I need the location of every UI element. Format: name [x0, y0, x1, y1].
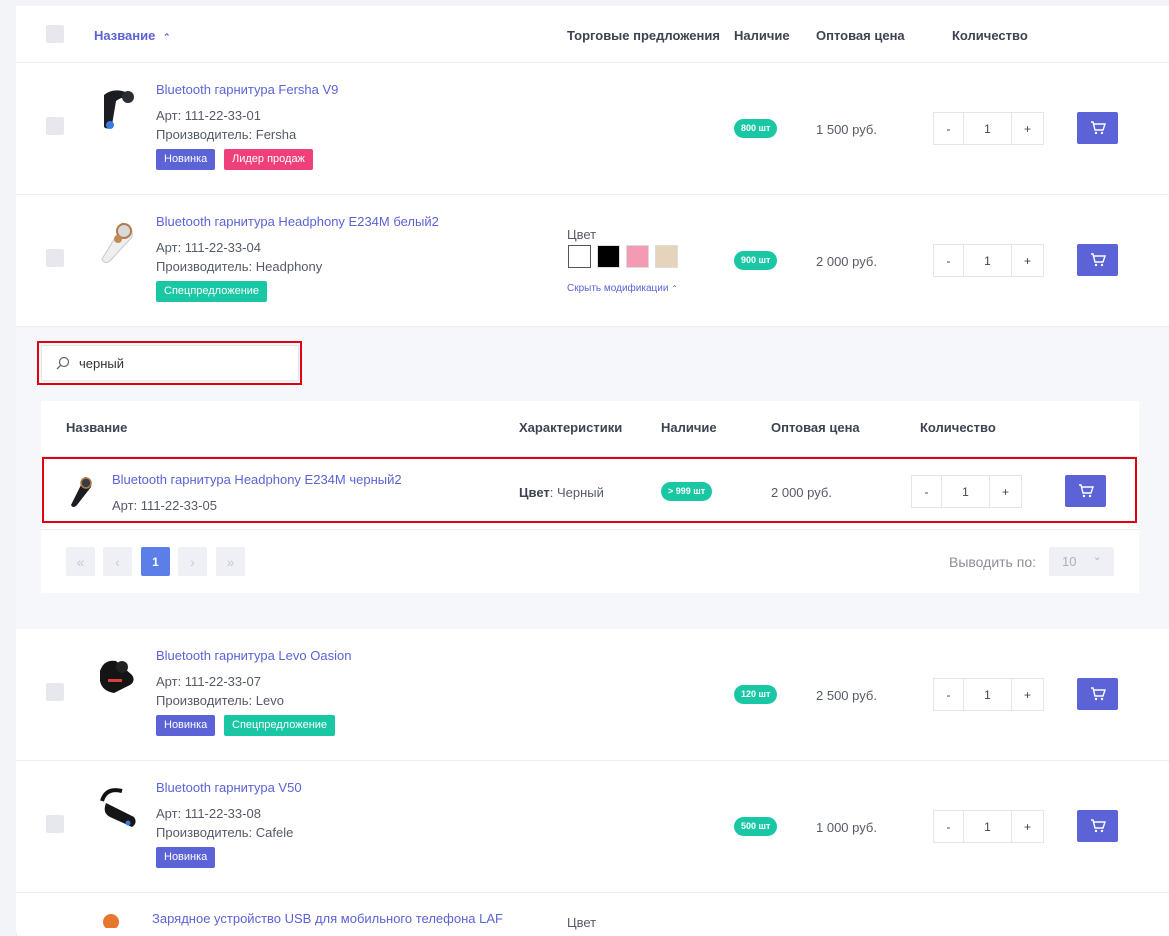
product-art: Арт: 111-22-33-08 — [156, 806, 261, 821]
hide-modifications-link[interactable]: Скрыть модификации ⌃ — [567, 283, 678, 294]
product-link[interactable]: Зарядное устройство USB для мобильного т… — [152, 911, 503, 926]
swatch-beige[interactable] — [655, 245, 678, 268]
badge-special: Спецпредложение — [156, 281, 268, 302]
quantity-stepper: - 1 + — [933, 112, 1044, 145]
pager-page-button[interactable]: 1 — [141, 547, 170, 576]
row-checkbox[interactable] — [46, 117, 64, 135]
qty-input[interactable]: 1 — [964, 113, 1011, 144]
price: 1 000 руб. — [816, 820, 877, 835]
pager-first-button[interactable]: « — [66, 547, 95, 576]
header-qty: Количество — [952, 28, 1028, 43]
qty-plus-button[interactable]: + — [1011, 679, 1043, 710]
header-price: Оптовая цена — [816, 28, 905, 43]
quantity-stepper: - 1 + — [933, 810, 1044, 843]
per-page-label: Выводить по: — [949, 554, 1037, 570]
select-all-checkbox[interactable] — [46, 25, 64, 43]
chevron-down-icon: ⌄ — [1093, 552, 1102, 563]
sub-header-name: Название — [66, 420, 128, 435]
pager-prev-button[interactable]: ‹ — [103, 547, 132, 576]
pager-next-button[interactable]: › — [178, 547, 207, 576]
cart-icon — [1090, 687, 1106, 701]
highlight-box — [42, 457, 1137, 523]
pager-last-button[interactable]: » — [216, 547, 245, 576]
stock-badge: 800 шт — [734, 119, 778, 138]
product-maker: Производитель: Headphony — [156, 259, 323, 274]
qty-minus-button[interactable]: - — [934, 113, 964, 144]
quantity-stepper: - 1 + — [933, 244, 1044, 277]
product-maker: Производитель: Fersha — [156, 127, 297, 142]
product-art: Арт: 111-22-33-01 — [156, 108, 261, 123]
per-page-value: 10 — [1062, 554, 1077, 569]
product-maker: Производитель: Levo — [156, 693, 284, 708]
sub-header-chars: Характеристики — [519, 420, 623, 435]
product-link[interactable]: Bluetooth гарнитура Headphony E234M белы… — [156, 214, 439, 229]
badge-special: Спецпредложение — [224, 715, 336, 736]
badge-new: Новинка — [156, 847, 216, 868]
swatch-pink[interactable] — [626, 245, 649, 268]
qty-plus-button[interactable]: + — [1011, 811, 1043, 842]
chevron-up-icon: ⌃ — [671, 284, 678, 293]
chevron-up-icon: ⌃ — [163, 32, 171, 42]
badge-new: Новинка — [156, 149, 216, 170]
row-checkbox[interactable] — [46, 249, 64, 267]
qty-plus-button[interactable]: + — [1011, 113, 1043, 144]
cart-icon — [1090, 121, 1106, 135]
header-offers: Торговые предложения — [567, 28, 720, 43]
product-image[interactable] — [91, 216, 143, 268]
qty-minus-button[interactable]: - — [934, 679, 964, 710]
stock-badge: 500 шт — [734, 817, 778, 836]
badge-leader: Лидер продаж — [224, 149, 313, 170]
cart-icon — [1090, 253, 1106, 267]
price: 2 000 руб. — [816, 254, 877, 269]
product-link[interactable]: Bluetooth гарнитура Levo Oasion — [156, 648, 351, 663]
qty-input[interactable]: 1 — [964, 245, 1011, 276]
qty-minus-button[interactable]: - — [934, 245, 964, 276]
product-link[interactable]: Bluetooth гарнитура Fersha V9 — [156, 82, 338, 97]
price: 1 500 руб. — [816, 122, 877, 137]
product-link[interactable]: Bluetooth гарнитура V50 — [156, 780, 302, 795]
price: 2 500 руб. — [816, 688, 877, 703]
add-to-cart-button[interactable] — [1077, 678, 1118, 710]
stock-badge: 120 шт — [734, 685, 778, 704]
add-to-cart-button[interactable] — [1077, 244, 1118, 276]
product-image[interactable] — [91, 650, 143, 702]
sort-by-name[interactable]: Название ⌃ — [94, 28, 171, 43]
row-checkbox[interactable] — [46, 683, 64, 701]
add-to-cart-button[interactable] — [1077, 112, 1118, 144]
sub-header-qty: Количество — [920, 420, 996, 435]
row-checkbox[interactable] — [46, 815, 64, 833]
qty-input[interactable]: 1 — [964, 811, 1011, 842]
product-image[interactable] — [91, 782, 143, 834]
swatch-black[interactable] — [597, 245, 620, 268]
product-image[interactable] — [91, 84, 143, 136]
sub-header-stock: Наличие — [661, 420, 717, 435]
header-stock: Наличие — [734, 28, 790, 43]
color-label: Цвет — [567, 915, 597, 930]
stock-badge: 900 шт — [734, 251, 778, 270]
product-art: Арт: 111-22-33-07 — [156, 674, 261, 689]
divider — [41, 529, 1139, 530]
sub-header-price: Оптовая цена — [771, 420, 860, 435]
color-label: Цвет — [567, 227, 597, 242]
add-to-cart-button[interactable] — [1077, 810, 1118, 842]
product-maker: Производитель: Cafele — [156, 825, 294, 840]
swatch-white[interactable] — [568, 245, 591, 268]
qty-minus-button[interactable]: - — [934, 811, 964, 842]
product-image[interactable] — [91, 908, 143, 928]
per-page-select[interactable]: 10 ⌄ — [1049, 547, 1114, 576]
quantity-stepper: - 1 + — [933, 678, 1044, 711]
badge-new: Новинка — [156, 715, 216, 736]
product-art: Арт: 111-22-33-04 — [156, 240, 261, 255]
qty-plus-button[interactable]: + — [1011, 245, 1043, 276]
qty-input[interactable]: 1 — [964, 679, 1011, 710]
highlight-box — [37, 341, 302, 385]
cart-icon — [1090, 819, 1106, 833]
